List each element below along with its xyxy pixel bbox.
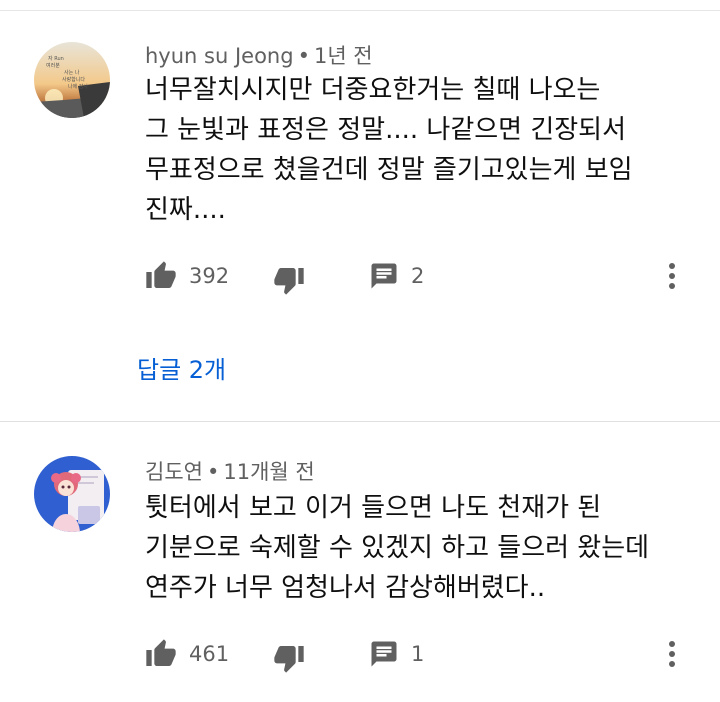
comment-actions: 461 1: [145, 636, 705, 676]
comment-actions: 392 2: [145, 258, 705, 298]
like-button[interactable]: 392: [145, 258, 229, 294]
comment-body: 너무잘치시지만 더중요한거는 칠때 나오는 그 눈빛과 표정은 정말.... 나…: [145, 70, 633, 230]
thumb-up-icon: [145, 260, 177, 292]
comment-time[interactable]: 11개월 전: [223, 460, 314, 484]
reply-button[interactable]: 2: [369, 258, 424, 294]
avatar-caption-4: 사랑합니다: [62, 76, 85, 83]
avatar-caption-5: 나에 감사: [68, 83, 88, 90]
like-button[interactable]: 461: [145, 636, 229, 672]
comment-line-3: 연주가 너무 엄청나서 감상해버렸다..: [145, 573, 546, 603]
view-replies-link[interactable]: 답글 2개: [137, 350, 226, 385]
avatar-caption-2: 여러분: [46, 62, 60, 69]
thumb-up-icon: [145, 638, 177, 670]
comment-icon: [369, 639, 399, 669]
comment-line-4: 진짜....: [145, 195, 226, 225]
comment-line-1: 튓터에서 보고 이거 들으면 나도 천재가 된: [145, 493, 602, 523]
comment-icon: [369, 261, 399, 291]
avatar[interactable]: [34, 456, 110, 532]
comment-meta: 김도연 • 11개월 전: [145, 456, 315, 486]
meta-separator: •: [206, 460, 220, 484]
comment-line-2: 그 눈빛과 표정은 정말.... 나같으면 긴장되서: [145, 115, 627, 145]
reply-count: 2: [411, 264, 425, 288]
avatar-caption-3: 사는 나: [64, 69, 80, 76]
comment-line-3: 무표정으로 쳤을건데 정말 즐기고있는게 보임: [145, 155, 633, 185]
comment-time[interactable]: 1년 전: [314, 44, 373, 68]
more-vert-icon: [664, 641, 680, 676]
comment-thread-2: 김도연 • 11개월 전 튓터에서 보고 이거 들으면 나도 천재가 된 기분으로 …: [0, 422, 720, 702]
more-options-button[interactable]: [664, 258, 680, 294]
thumb-down-icon: [273, 642, 305, 674]
reply-button[interactable]: 1: [369, 636, 424, 672]
avatar[interactable]: 자 Run 여러분 사는 나 사랑합니다 나에 감사: [34, 42, 110, 118]
dislike-button[interactable]: [273, 640, 305, 676]
dislike-button[interactable]: [273, 262, 305, 298]
like-count: 392: [189, 264, 230, 288]
comment-thread-1: 자 Run 여러분 사는 나 사랑합니다 나에 감사 hyun su Jeong…: [0, 10, 720, 421]
more-options-button[interactable]: [664, 636, 680, 672]
comment-meta: hyun su Jeong • 1년 전: [145, 40, 373, 70]
comment-line-1: 너무잘치시지만 더중요한거는 칠때 나오는: [145, 75, 601, 105]
reply-count: 1: [411, 642, 425, 666]
author-name[interactable]: 김도연: [145, 460, 203, 484]
like-count: 461: [189, 642, 230, 666]
meta-separator: •: [297, 44, 310, 68]
thumb-down-icon: [273, 264, 305, 296]
author-name[interactable]: hyun su Jeong: [145, 44, 294, 68]
avatar-caption-1: 자 Run: [48, 55, 64, 62]
comment-body: 튓터에서 보고 이거 들으면 나도 천재가 된 기분으로 숙제할 수 있겠지 하…: [145, 488, 649, 608]
comment-line-2: 기분으로 숙제할 수 있겠지 하고 들으러 왔는데: [145, 533, 650, 563]
more-vert-icon: [664, 263, 680, 298]
